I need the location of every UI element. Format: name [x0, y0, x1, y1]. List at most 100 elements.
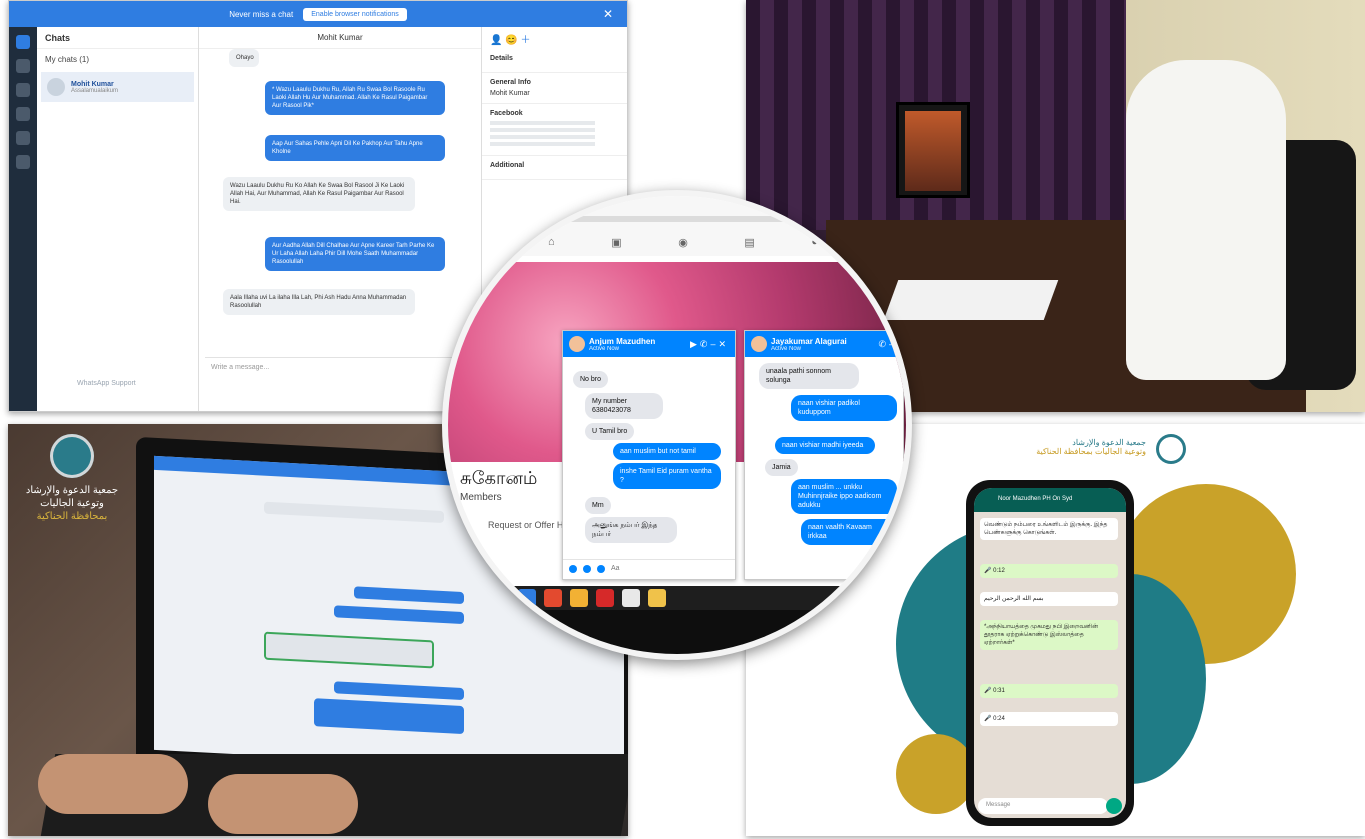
taskbar	[508, 586, 858, 610]
chat-list-title: Chats	[37, 27, 198, 49]
message-bubble: aan muslim ... unkku Muhinnjraike ippo a…	[791, 479, 897, 514]
logo-mark	[1156, 434, 1186, 464]
chats-icon[interactable]	[16, 35, 30, 49]
general-info-title: General Info	[490, 79, 531, 86]
chat-list: Chats My chats (1) Mohit Kumar Assalamua…	[37, 27, 199, 411]
visitors-icon[interactable]	[16, 59, 30, 73]
chat-name: Jayakumar Alagurai	[771, 336, 847, 346]
reports-icon[interactable]	[16, 131, 30, 145]
chat-name: Anjum Mazudhen	[589, 336, 656, 346]
chat-header[interactable]: Anjum Mazudhen Active Now ▶✆–✕	[563, 331, 735, 357]
voice-message[interactable]: 🎤 0:24	[980, 712, 1118, 726]
message-bubble: My number 6380423078	[585, 393, 663, 419]
message-bubble: Aala Illaha uvi La ilaha Illa Lah, Phi A…	[223, 289, 415, 315]
avatar	[47, 78, 65, 96]
monitor	[896, 102, 970, 198]
message-input[interactable]: Message	[978, 798, 1108, 814]
smartphone: Noor Mazudhen PH On Syd வெண்டும் நம்பரை …	[966, 480, 1134, 826]
chat-list-item[interactable]: Mohit Kumar Assalamualaikum	[41, 72, 194, 102]
settings-icon[interactable]	[16, 155, 30, 169]
person-in-white	[1126, 60, 1286, 380]
compose-input[interactable]: Aa	[611, 565, 620, 574]
image-icon[interactable]	[583, 565, 591, 573]
voice-message[interactable]: 🎤 0:31	[980, 684, 1118, 698]
general-info-section: General Info Mohit Kumar	[482, 73, 627, 104]
members-label[interactable]: Members	[460, 492, 502, 503]
pages-icon[interactable]: ▣	[611, 236, 621, 249]
group-title: சுகோனம்	[460, 468, 538, 489]
additional-section: Additional	[482, 156, 627, 180]
messenger-chat-window: Jayakumar Alagurai Active Now ✆– unaala …	[744, 330, 904, 580]
details-tabs[interactable]: 👤 😊 ＋	[482, 27, 627, 49]
monitor-bezel	[448, 610, 906, 654]
tickets-icon[interactable]	[16, 107, 30, 121]
message-bubble: No bro	[573, 371, 609, 388]
compose-bar[interactable]: Aa	[563, 559, 735, 579]
chat-controls[interactable]: ▶✆–✕	[690, 339, 729, 350]
hand	[38, 754, 188, 814]
side-rail	[9, 27, 37, 411]
additional-title: Additional	[490, 162, 525, 169]
app-icon[interactable]	[570, 589, 588, 607]
chat-item-name: Mohit Kumar	[71, 80, 114, 88]
avatar	[569, 336, 585, 352]
message-bubble: Mm	[585, 497, 611, 514]
folder-icon[interactable]	[648, 589, 666, 607]
message-bubble: Aur Aadha Allah Dill Chalhae Aur Apne Ka…	[265, 237, 445, 271]
chat-controls[interactable]: ✆–	[878, 339, 897, 350]
logo-line: جمعية الدعوة والإرشاد	[25, 485, 119, 496]
watermark: WhatsApp Support	[77, 380, 136, 387]
message-bubble: naan vishiar padikol kuduppom	[791, 395, 897, 421]
message-bubble: unaala pathi sonnom solunga	[759, 363, 859, 389]
logo-mark	[50, 434, 94, 478]
whatsapp-header: Noor Mazudhen PH On Syd	[974, 488, 1126, 512]
notification-bar: Never miss a chat Enable browser notific…	[9, 1, 627, 27]
magnifier-circle: ⌂ ▣ ◉ ▤ ● சுகோனம் Members Request or Off…	[442, 190, 912, 660]
hand	[208, 774, 358, 834]
message-bubble: Ohayo	[229, 49, 259, 67]
logo-line: بمحافظة الحناكية	[36, 511, 108, 522]
message-bubble: U Tamil bro	[585, 423, 635, 440]
whatsapp-message: بسم الله الرحمن الرحيم	[980, 592, 1118, 606]
chat-header[interactable]: Jayakumar Alagurai Active Now ✆–	[745, 331, 903, 357]
details-title: Details	[490, 55, 513, 62]
logo-line: وتوعية الجاليات بمحافظة الحناكية	[1036, 447, 1146, 456]
app-icon[interactable]	[622, 589, 640, 607]
logo-line: وتوعية الجاليات	[40, 498, 104, 509]
logo-line: جمعية الدعوة والإرشاد	[1072, 438, 1146, 447]
voice-message[interactable]: 🎤 0:12	[980, 564, 1118, 578]
collage: Never miss a chat Enable browser notific…	[0, 0, 1365, 839]
app-icon[interactable]	[544, 589, 562, 607]
close-icon[interactable]: ✕	[603, 7, 613, 21]
chat-status: Active Now	[771, 345, 802, 352]
gif-icon[interactable]	[597, 565, 605, 573]
gold-circle	[896, 734, 976, 814]
plus-icon[interactable]	[569, 565, 577, 573]
home-icon[interactable]: ⌂	[548, 236, 555, 249]
message-bubble: Wazu Laaulu Dukhu Ru Ko Allah Ke Swaa Bo…	[223, 177, 415, 211]
profile-icon[interactable]: ●	[811, 236, 818, 249]
message-input[interactable]: Write a message...	[205, 357, 473, 399]
message-bubble: Jamia	[765, 459, 798, 476]
enable-notifications-button[interactable]: Enable browser notifications	[303, 7, 407, 21]
message-bubble: naan vishiar madhi iyeeda	[775, 437, 875, 454]
message-bubble: inshe Tamil Eid puram vantha ?	[613, 463, 721, 489]
contact-name: Mohit Kumar	[490, 90, 530, 97]
history-icon[interactable]	[16, 83, 30, 97]
groups-icon[interactable]: ◉	[678, 236, 688, 249]
messenger-chat-window: Anjum Mazudhen Active Now ▶✆–✕ No bro My…	[562, 330, 736, 580]
conversation-title: Mohit Kumar	[199, 27, 481, 49]
my-chats-section[interactable]: My chats (1)	[37, 49, 198, 70]
mic-icon[interactable]	[1106, 798, 1122, 814]
avatar	[751, 336, 767, 352]
facebook-section: Facebook	[482, 104, 627, 156]
message-bubble: Aap Aur Sahas Pehle Apni Dil Ke Pakhop A…	[265, 135, 445, 161]
app-icon[interactable]	[518, 589, 536, 607]
address-bar[interactable]	[558, 216, 798, 222]
gaming-icon[interactable]: ▤	[744, 236, 754, 249]
facebook-title: Facebook	[490, 110, 523, 117]
whatsapp-message: வெண்டும் நம்பரை உங்களிடம் இருக்கு. இந்த …	[980, 518, 1118, 540]
whatsapp-message: *அந்நியாயத்தை முகமது நபி இறைவனின் தூதராக…	[980, 620, 1118, 650]
app-icon[interactable]	[596, 589, 614, 607]
chat-item-preview: Assalamualaikum	[71, 87, 119, 94]
